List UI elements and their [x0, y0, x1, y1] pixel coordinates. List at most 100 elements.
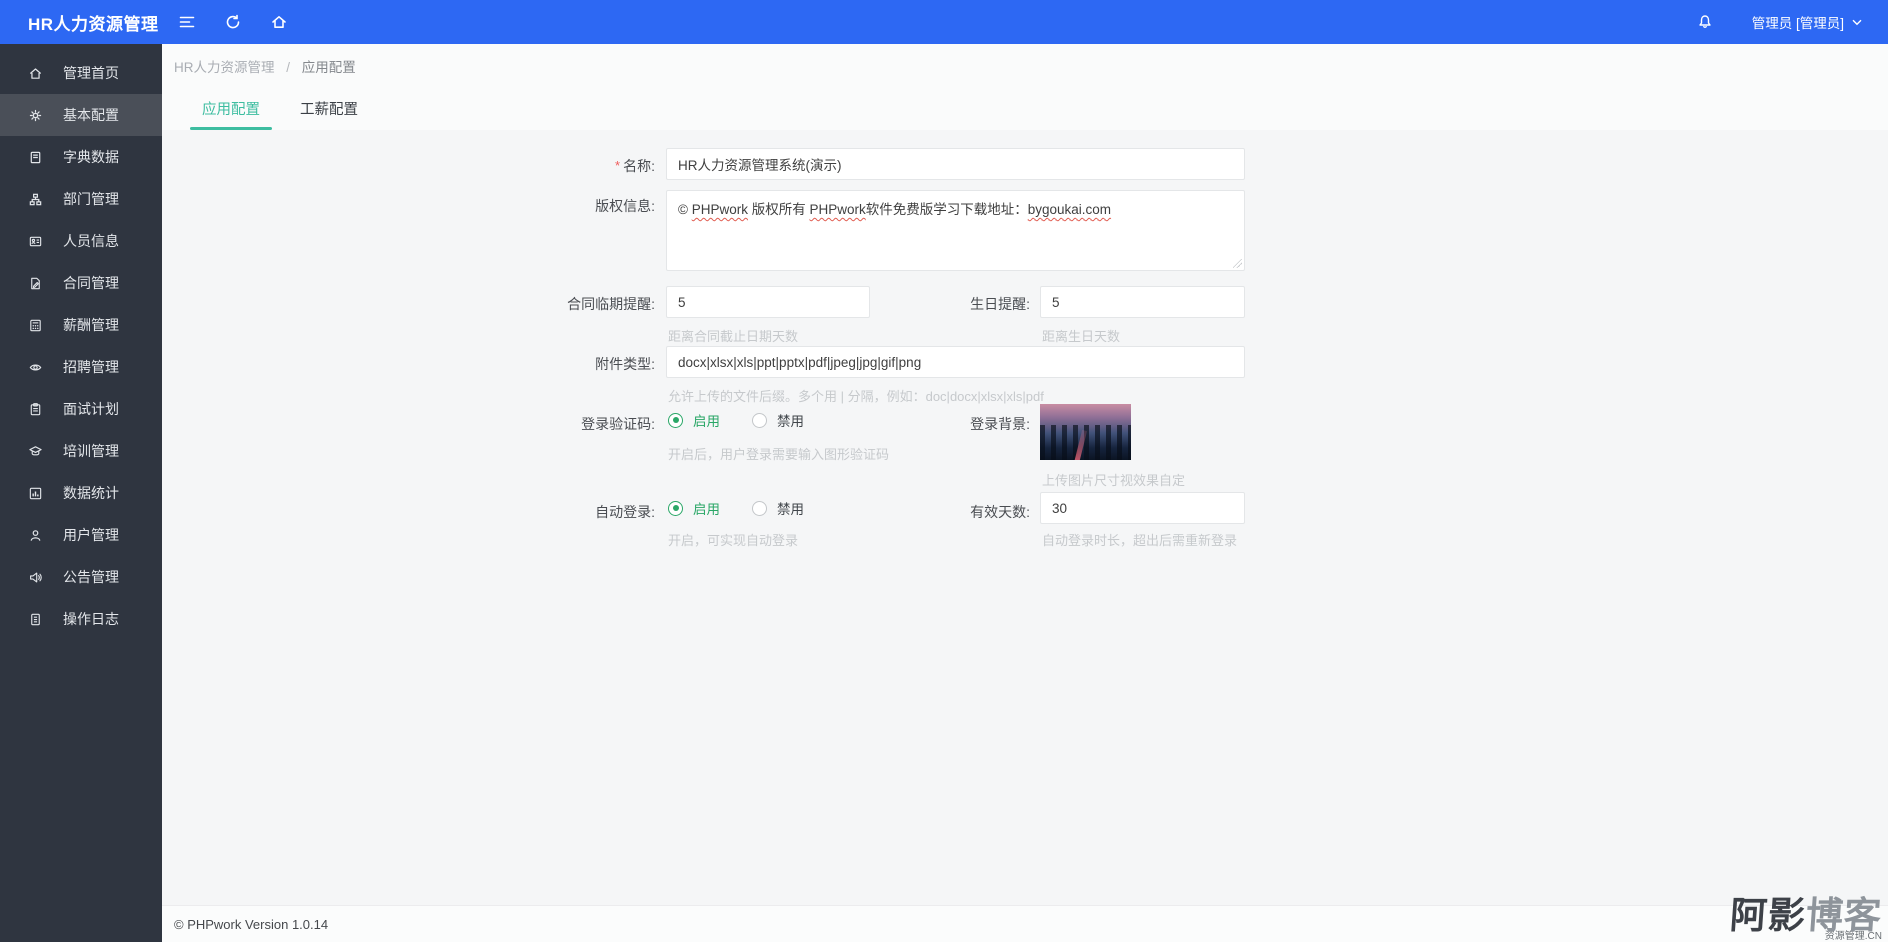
chevron-down-icon	[1852, 19, 1862, 26]
sidebar-item-label: 人员信息	[63, 231, 119, 251]
bell-icon[interactable]	[1696, 13, 1714, 31]
login-captcha-hint: 开启后，用户登录需要输入图形验证码	[668, 444, 889, 463]
sidebar-item-interviews[interactable]: 面试计划	[0, 388, 162, 430]
tab-bar: 应用配置 工薪配置	[182, 90, 378, 130]
header-toolbar	[178, 13, 288, 31]
announcement-icon	[28, 570, 43, 585]
header-right: 管理员 [管理员]	[1696, 12, 1888, 32]
department-icon	[28, 192, 43, 207]
attachment-types-label: 附件类型:	[162, 354, 655, 374]
refresh-icon[interactable]	[224, 13, 242, 31]
recruit-icon	[28, 360, 43, 375]
valid-days-input[interactable]	[1040, 492, 1245, 524]
breadcrumb-separator: /	[286, 60, 290, 75]
radio-disable-label[interactable]: 禁用	[777, 410, 804, 430]
contract-reminder-label: 合同临期提醒:	[162, 294, 655, 314]
sidebar-item-label: 基本配置	[63, 105, 119, 125]
attachment-types-input[interactable]	[666, 346, 1245, 378]
user-icon	[28, 528, 43, 543]
gear-icon	[28, 108, 43, 123]
home-icon	[28, 66, 43, 81]
home-icon[interactable]	[270, 13, 288, 31]
sidebar-item-logs[interactable]: 操作日志	[0, 598, 162, 640]
copyright-text: 版权所有	[748, 202, 810, 217]
sidebar-item-departments[interactable]: 部门管理	[0, 178, 162, 220]
app-config-form: *名称: 版权信息: © PHPwork 版权所有 PHPwork软件免费版学习…	[162, 130, 1888, 905]
birthday-reminder-hint: 距离生日天数	[1042, 326, 1120, 345]
sidebar-item-contracts[interactable]: 合同管理	[0, 262, 162, 304]
sidebar-item-label: 培训管理	[63, 441, 119, 461]
copyright-textarea[interactable]: © PHPwork 版权所有 PHPwork软件免费版学习下载地址：bygouk…	[666, 190, 1245, 271]
sidebar-toggle-icon[interactable]	[178, 13, 196, 31]
sidebar-nav: 管理首页 基本配置 字典数据 部门管理 人员信息 合同管理 薪酬管理 招聘管理 …	[0, 44, 162, 942]
sidebar-item-label: 数据统计	[63, 483, 119, 503]
tab-salary-config[interactable]: 工薪配置	[280, 90, 378, 130]
radio-disable[interactable]	[752, 501, 767, 516]
radio-enable[interactable]	[668, 501, 683, 516]
radio-disable-label[interactable]: 禁用	[777, 498, 804, 518]
birthday-reminder-input[interactable]	[1040, 286, 1245, 318]
contract-reminder-input[interactable]	[666, 286, 870, 318]
login-background-image[interactable]	[1040, 404, 1131, 460]
sidebar-item-label: 薪酬管理	[63, 315, 119, 335]
staff-icon	[28, 234, 43, 249]
sidebar-item-label: 合同管理	[63, 273, 119, 293]
app-title: HR人力资源管理	[0, 10, 162, 35]
interview-icon	[28, 402, 43, 417]
sidebar-item-dashboard[interactable]: 管理首页	[0, 52, 162, 94]
sidebar-item-label: 字典数据	[63, 147, 119, 167]
top-header: HR人力资源管理 管理员 [管理员]	[0, 0, 1888, 44]
stats-icon	[28, 486, 43, 501]
sidebar-item-dictionary[interactable]: 字典数据	[0, 136, 162, 178]
sidebar-item-basic-config[interactable]: 基本配置	[0, 94, 162, 136]
valid-days-hint: 自动登录时长，超出后需重新登录	[1042, 530, 1237, 549]
sidebar-item-label: 用户管理	[63, 525, 119, 545]
sidebar-item-label: 操作日志	[63, 609, 119, 629]
login-captcha-radio-group: 启用 禁用	[668, 410, 826, 430]
user-menu[interactable]: 管理员 [管理员]	[1752, 12, 1862, 32]
radio-enable-label[interactable]: 启用	[693, 410, 720, 430]
copyright-text: ©	[678, 202, 692, 217]
name-label: *名称:	[162, 156, 655, 176]
contract-reminder-hint: 距离合同截止日期天数	[668, 326, 798, 345]
sidebar-item-staff[interactable]: 人员信息	[0, 220, 162, 262]
page-footer: © PHPwork Version 1.0.14	[162, 905, 1888, 942]
sidebar-item-training[interactable]: 培训管理	[0, 430, 162, 472]
resize-grip[interactable]	[1233, 259, 1242, 268]
sidebar-item-users[interactable]: 用户管理	[0, 514, 162, 556]
breadcrumb: HR人力资源管理 / 应用配置	[174, 56, 356, 76]
salary-icon	[28, 318, 43, 333]
sidebar-item-announcements[interactable]: 公告管理	[0, 556, 162, 598]
required-asterisk: *	[615, 158, 620, 173]
breadcrumb-root[interactable]: HR人力资源管理	[174, 60, 275, 75]
valid-days-label: 有效天数:	[870, 502, 1030, 522]
tab-app-config[interactable]: 应用配置	[182, 90, 280, 130]
sidebar-item-salary[interactable]: 薪酬管理	[0, 304, 162, 346]
copyright-text: PHPwork	[809, 202, 865, 217]
auto-login-radio-group: 启用 禁用	[668, 498, 826, 518]
birthday-reminder-label: 生日提醒:	[870, 294, 1030, 314]
log-icon	[28, 612, 43, 627]
copyright-text: PHPwork	[692, 202, 748, 217]
login-background-hint: 上传图片尺寸视效果自定	[1042, 470, 1185, 489]
sidebar-item-statistics[interactable]: 数据统计	[0, 472, 162, 514]
copyright-label: 版权信息:	[162, 196, 655, 216]
radio-enable[interactable]	[668, 413, 683, 428]
footer-copyright: © PHPwork Version 1.0.14	[174, 917, 328, 932]
login-background-label: 登录背景:	[870, 414, 1030, 434]
radio-disable[interactable]	[752, 413, 767, 428]
sidebar-item-label: 面试计划	[63, 399, 119, 419]
radio-enable-label[interactable]: 启用	[693, 498, 720, 518]
sidebar-item-label: 部门管理	[63, 189, 119, 209]
user-name: 管理员 [管理员]	[1752, 12, 1844, 32]
auto-login-hint: 开启，可实现自动登录	[668, 530, 798, 549]
name-input[interactable]	[666, 148, 1245, 180]
sidebar-item-label: 公告管理	[63, 567, 119, 587]
sidebar-item-recruiting[interactable]: 招聘管理	[0, 346, 162, 388]
main-content: HR人力资源管理 / 应用配置 应用配置 工薪配置 *名称: 版权信息: © P…	[162, 44, 1888, 942]
sidebar-item-label: 招聘管理	[63, 357, 119, 377]
contract-icon	[28, 276, 43, 291]
training-icon	[28, 444, 43, 459]
auto-login-label: 自动登录:	[162, 502, 655, 522]
copyright-text: 软件免费版学习下载地址：	[866, 202, 1028, 217]
